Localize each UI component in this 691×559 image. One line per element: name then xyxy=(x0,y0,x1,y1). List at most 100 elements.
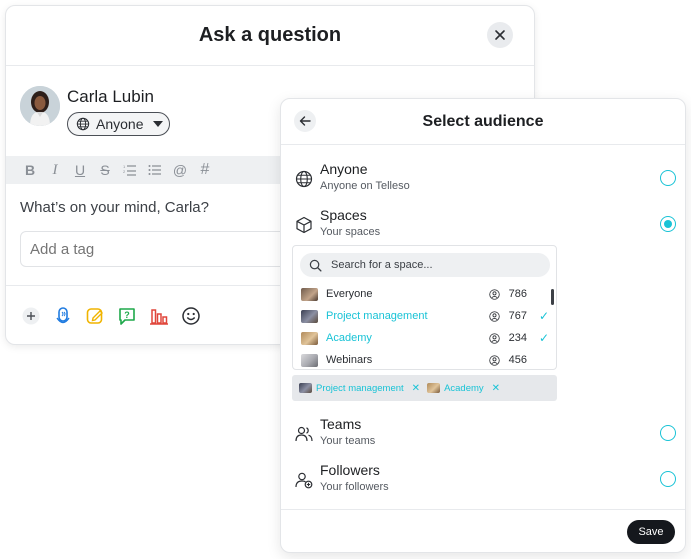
option-subtitle: Your spaces xyxy=(320,226,381,238)
audience-option-followers[interactable]: Followers Your followers xyxy=(281,458,685,502)
radio-button[interactable] xyxy=(660,170,676,186)
bullet-list-icon xyxy=(148,165,161,175)
ordered-list-button[interactable]: 12 xyxy=(122,162,138,178)
remove-chip-button[interactable]: ✕ xyxy=(492,383,500,394)
member-count: 234 xyxy=(508,332,527,344)
cube-icon xyxy=(296,216,312,234)
space-name: Academy xyxy=(326,332,372,344)
edit-icon xyxy=(86,308,103,324)
bold-icon: B xyxy=(24,162,36,178)
team-icon xyxy=(295,426,313,442)
audience-option-teams[interactable]: Teams Your teams xyxy=(281,412,685,456)
strikethrough-icon: S xyxy=(100,162,110,178)
audience-value: Anyone xyxy=(96,116,144,132)
emoji-icon xyxy=(182,307,200,325)
space-name: Webinars xyxy=(326,354,373,366)
add-button[interactable] xyxy=(21,306,41,326)
italic-button[interactable]: I xyxy=(47,162,63,178)
space-thumbnail xyxy=(301,287,318,301)
space-search-input[interactable]: Search for a space... xyxy=(300,253,550,277)
check-icon: ✓ xyxy=(538,309,550,323)
plus-icon xyxy=(22,307,40,325)
select-audience-panel: Select audience Anyone Anyone on Telleso… xyxy=(280,98,686,553)
option-subtitle: Anyone on Telleso xyxy=(320,180,410,192)
globe-icon xyxy=(76,117,90,131)
microphone-icon xyxy=(56,307,70,324)
selected-spaces-bar: Project management ✕ Academy ✕ xyxy=(292,375,557,401)
poll-button[interactable] xyxy=(149,306,169,326)
check-icon: ✓ xyxy=(538,331,550,345)
close-button[interactable] xyxy=(487,22,513,48)
bold-button[interactable]: B xyxy=(22,162,38,178)
save-button[interactable]: Save xyxy=(627,520,675,544)
members-icon xyxy=(489,310,500,322)
bullet-list-button[interactable] xyxy=(147,162,163,178)
italic-icon: I xyxy=(52,161,58,178)
dialog-title: Ask a question xyxy=(198,24,342,46)
space-name: Everyone xyxy=(326,288,373,300)
radio-button-selected[interactable] xyxy=(660,216,676,232)
space-item-academy[interactable]: Academy 234 ✓ xyxy=(301,328,551,348)
chart-icon xyxy=(150,309,168,325)
scrollbar-thumb[interactable] xyxy=(551,289,554,305)
post-prompt[interactable]: What’s on your mind, Carla? xyxy=(20,199,209,216)
selected-chip-project-management: Project management ✕ xyxy=(299,379,420,397)
hashtag-button[interactable]: # xyxy=(197,161,213,178)
followers-icon xyxy=(295,472,313,489)
tag-input[interactable] xyxy=(20,231,320,267)
close-icon xyxy=(495,30,505,40)
strikethrough-button[interactable]: S xyxy=(97,162,113,178)
option-title: Anyone xyxy=(320,161,368,177)
caret-down-icon xyxy=(153,121,163,127)
panel-header: Select audience xyxy=(281,99,685,145)
at-icon: @ xyxy=(172,162,188,178)
option-subtitle: Your teams xyxy=(320,435,376,447)
hashtag-icon: # xyxy=(200,161,210,178)
write-button[interactable] xyxy=(85,306,105,326)
option-title: Spaces xyxy=(320,207,367,223)
globe-icon xyxy=(295,170,313,188)
panel-title: Select audience xyxy=(422,113,544,130)
audio-button[interactable] xyxy=(53,306,73,326)
member-count: 786 xyxy=(508,288,527,300)
footer-divider xyxy=(281,509,685,510)
chip-label: Academy xyxy=(444,382,484,394)
radio-button[interactable] xyxy=(660,425,676,441)
members-icon xyxy=(489,288,500,300)
remove-chip-button[interactable]: ✕ xyxy=(412,383,420,394)
radio-button[interactable] xyxy=(660,471,676,487)
members-icon xyxy=(489,354,500,366)
audience-option-anyone[interactable]: Anyone Anyone on Telleso xyxy=(281,157,685,201)
underline-icon: U xyxy=(74,162,86,178)
space-item-webinars[interactable]: Webinars 456 xyxy=(301,350,551,370)
emoji-button[interactable] xyxy=(181,306,201,326)
svg-text:?: ? xyxy=(124,310,130,320)
option-title: Followers xyxy=(320,462,380,478)
space-thumbnail xyxy=(427,383,441,393)
space-thumbnail xyxy=(299,383,312,393)
search-icon xyxy=(309,259,322,272)
audience-dropdown[interactable]: Anyone xyxy=(67,112,170,136)
dialog-header: Ask a question xyxy=(6,6,534,66)
user-name: Carla Lubin xyxy=(67,87,154,106)
svg-text:2: 2 xyxy=(123,169,126,174)
member-count: 456 xyxy=(508,354,527,366)
option-subtitle: Your followers xyxy=(320,481,389,493)
space-picker: Search for a space... Everyone 786 Proje… xyxy=(292,245,557,370)
space-thumbnail xyxy=(301,309,318,323)
audience-option-spaces[interactable]: Spaces Your spaces xyxy=(281,203,685,247)
selected-chip-academy: Academy ✕ xyxy=(427,379,500,397)
member-count: 767 xyxy=(508,310,527,322)
question-button[interactable]: ? xyxy=(117,306,137,326)
avatar xyxy=(20,86,60,126)
space-item-everyone[interactable]: Everyone 786 xyxy=(301,284,551,304)
space-thumbnail xyxy=(301,353,318,367)
space-item-project-management[interactable]: Project management 767 ✓ xyxy=(301,306,551,326)
space-name: Project management xyxy=(326,310,428,322)
option-title: Teams xyxy=(320,416,362,432)
search-placeholder: Search for a space... xyxy=(331,259,433,271)
ordered-list-icon: 12 xyxy=(123,164,136,176)
mention-button[interactable]: @ xyxy=(172,162,188,178)
underline-button[interactable]: U xyxy=(72,162,88,178)
post-actions: ? xyxy=(21,306,201,326)
